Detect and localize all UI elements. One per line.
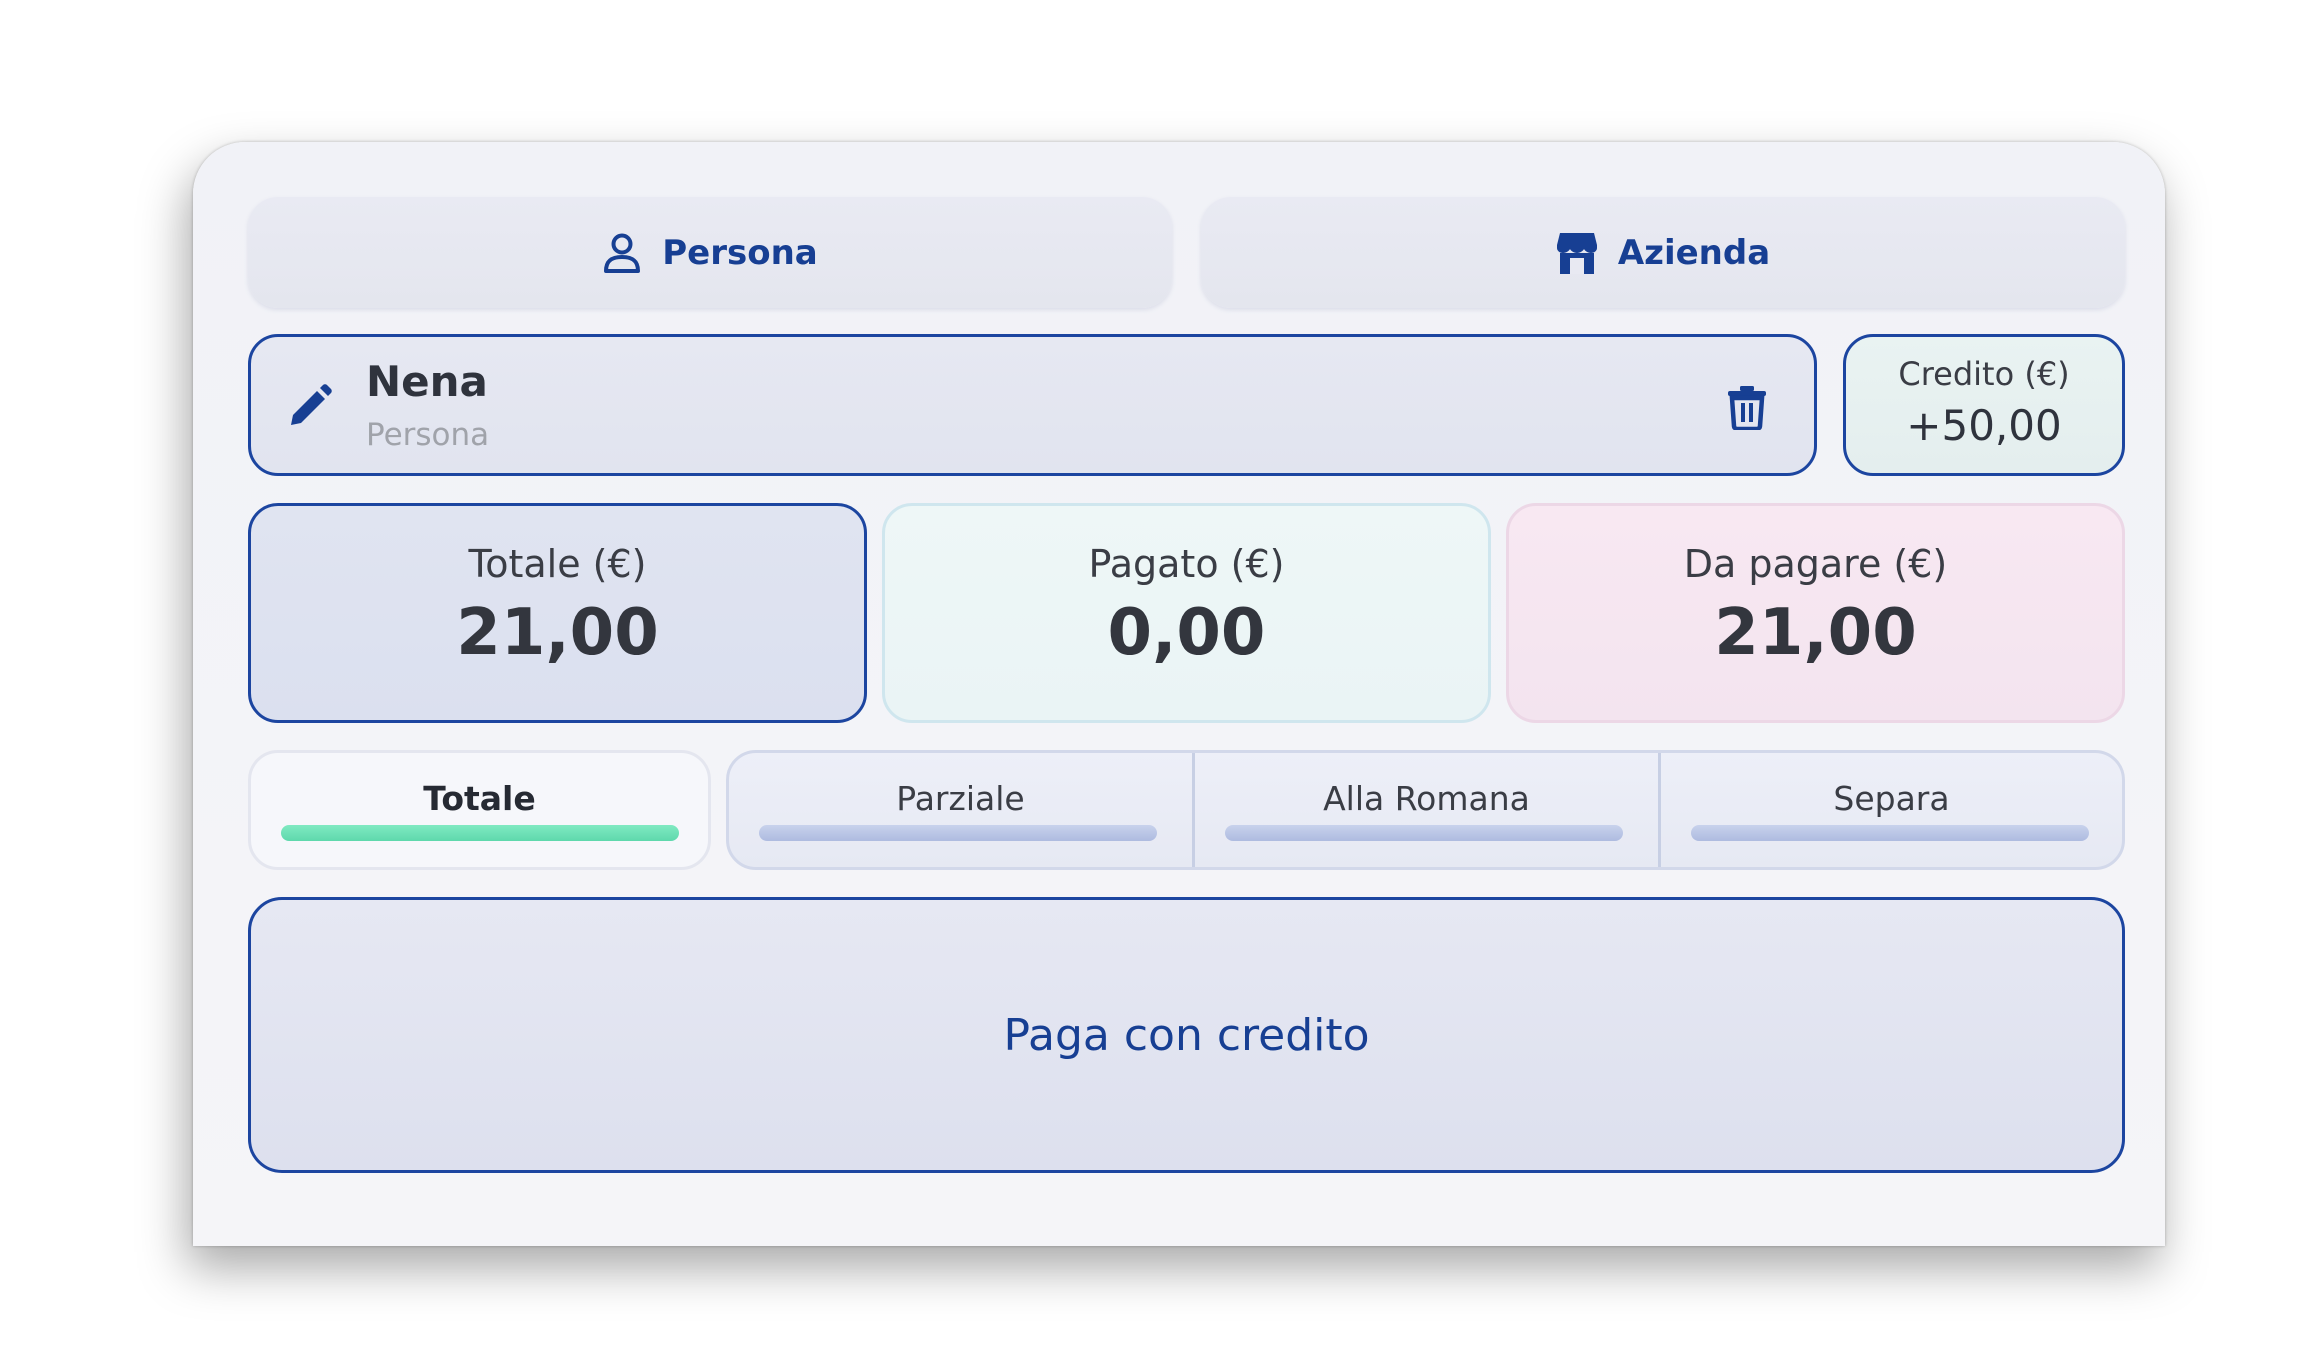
person-icon [602,232,642,274]
paid-value: 0,00 [1107,596,1266,670]
persona-button-label: Persona [662,232,818,273]
pay-with-credit-button[interactable]: Paga con credito [248,897,2125,1173]
split-tab-group: Parziale Alla Romana Separa [726,750,2125,870]
tab-parziale[interactable]: Parziale [729,753,1192,867]
tab-alla-romana-label: Alla Romana [1323,779,1530,818]
total-card: Totale (€) 21,00 [248,503,867,723]
due-card: Da pagare (€) 21,00 [1506,503,2125,723]
tab-separa-indicator [1691,825,2089,841]
credit-value: +50,00 [1906,401,2062,450]
paid-card: Pagato (€) 0,00 [882,503,1491,723]
trash-icon[interactable] [1726,384,1768,434]
credit-label: Credito (€) [1898,355,2070,393]
payment-panel: Persona Azienda Nena Persona Credito (€)… [193,142,2165,1246]
customer-name: Nena [366,357,488,406]
tab-totale-indicator [281,825,679,841]
due-value: 21,00 [1714,596,1917,670]
tab-alla-romana-indicator [1225,825,1623,841]
credit-box: Credito (€) +50,00 [1843,334,2125,476]
azienda-button-label: Azienda [1617,232,1771,273]
store-icon [1556,231,1598,275]
tab-parziale-label: Parziale [896,779,1025,818]
pencil-icon[interactable] [287,383,333,433]
pay-with-credit-label: Paga con credito [1003,1009,1370,1061]
azienda-button[interactable]: Azienda [1201,197,2125,308]
total-label: Totale (€) [468,542,647,586]
customer-field[interactable]: Nena Persona [248,334,1817,476]
tab-alla-romana[interactable]: Alla Romana [1195,753,1658,867]
tab-totale[interactable]: Totale [248,750,711,870]
due-label: Da pagare (€) [1683,542,1948,586]
customer-type: Persona [366,417,490,453]
tab-parziale-indicator [759,825,1157,841]
paid-label: Pagato (€) [1088,542,1285,586]
persona-button[interactable]: Persona [248,197,1172,308]
total-value: 21,00 [456,596,659,670]
tab-separa-label: Separa [1833,779,1950,818]
tab-totale-label: Totale [423,779,536,818]
tab-separa[interactable]: Separa [1661,753,2122,867]
